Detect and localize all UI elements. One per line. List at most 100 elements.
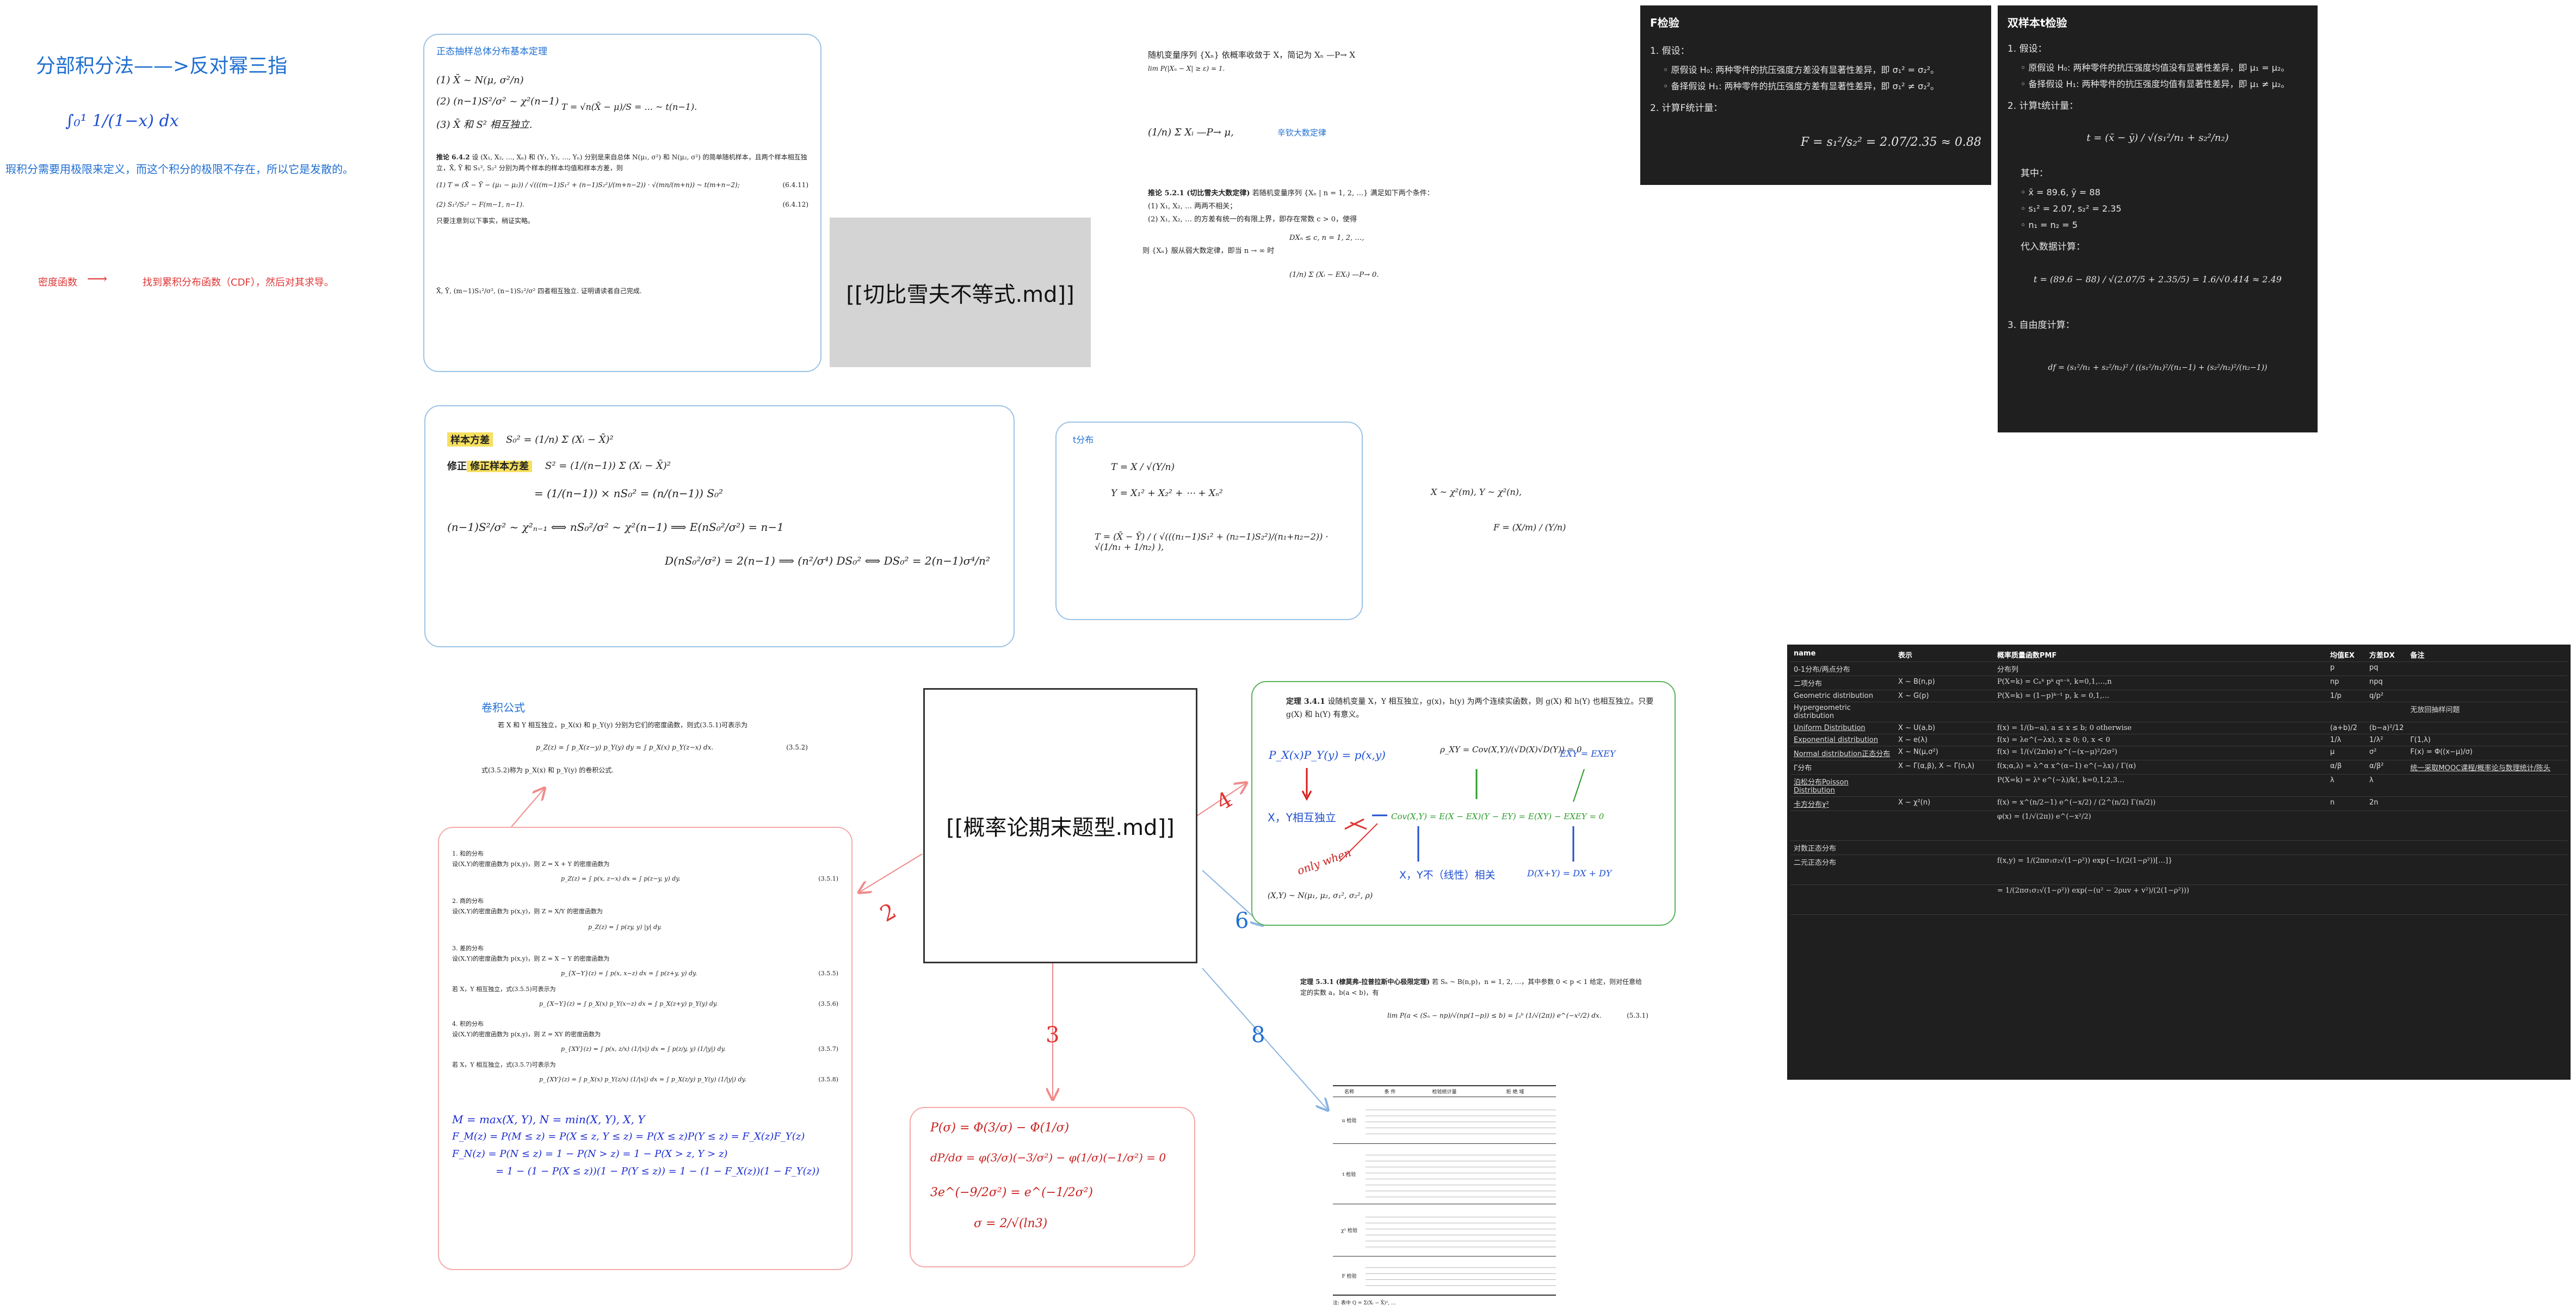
distribution-table-cell: Γ(1,λ) bbox=[2407, 734, 2567, 746]
distribution-table-cell: α/β² bbox=[2366, 760, 2407, 775]
t-test-title: 双样本t检验 bbox=[2007, 16, 2067, 29]
corollary-text: 设 (X₁, X₂, …, Xₙ) 和 (Y₁, Y₂, …, Yₙ) 分别是来… bbox=[436, 153, 807, 172]
test-group-f: F 检验 bbox=[1333, 1257, 1556, 1296]
max-cdf: F_M(z) = P(M ≤ z) = P(X ≤ z, Y ≤ z) = P(… bbox=[452, 1131, 805, 1142]
distribution-table-cell: Geometric distribution bbox=[1790, 690, 1895, 702]
distribution-table-cell: f(x) = 1/(√(2π)σ) e^(−(x−μ)²/2σ²) bbox=[1994, 746, 2327, 760]
distribution-table-cell: npq bbox=[2366, 676, 2407, 690]
distribution-table-row: Geometric distribution X ~ G(p) P(X=k) = (… bbox=[1790, 690, 2567, 702]
distribution-table-row: φ(x) = (1/√(2π)) e^(−x²/2) bbox=[1790, 810, 2567, 841]
chebyshev-lln-head: 推论 5.2.1 (切比雪夫大数定律) bbox=[1148, 189, 1250, 197]
distribution-table-header: name 表示 概率质量函数PMF 均值EX 方差DX 备注 bbox=[1790, 648, 2567, 662]
distribution-table-cell: f(x) = 1/(b−a), a ≤ x ≤ b; 0 otherwise bbox=[1994, 722, 2327, 734]
distribution-table-cell: X ~ e(λ) bbox=[1895, 734, 1994, 746]
sum-dist-text: 设(X,Y)的密度函数为 p(x,y)，则 Z = X + Y 的密度函数为 bbox=[452, 861, 610, 868]
quotient-dist-text: 设(X,Y)的密度函数为 p(x,y)，则 Z = X/Y 的密度函数为 bbox=[452, 908, 603, 915]
max-min-def: M = max(X, Y), N = min(X, Y), X, Y bbox=[452, 1113, 645, 1126]
distribution-table-row: Γ分布 X ~ Γ(α,β), X ~ Γ(n,λ) f(x;α,λ) = λ^α … bbox=[1790, 760, 2567, 775]
card-sampling-title: 正态抽样总体分布基本定理 bbox=[436, 46, 547, 57]
hand-line-3: 3e^(−9/2σ²) = e^(−1/2σ²) bbox=[930, 1186, 1094, 1199]
card-functions-of-rv[interactable]: 1. 和的分布 设(X,Y)的密度函数为 p(x,y)，则 Z = X + Y … bbox=[438, 827, 853, 1270]
distribution-table-cell: λ bbox=[2366, 774, 2407, 797]
theorem-arrows bbox=[1301, 768, 1585, 862]
product-dist-indep-number: (3.5.8) bbox=[818, 1076, 838, 1083]
distribution-table-cell: α/β bbox=[2327, 760, 2366, 775]
distribution-table-cell bbox=[2327, 884, 2366, 915]
final-exam-types-link[interactable]: [[概率论期末题型.md]] bbox=[923, 688, 1197, 963]
edge-line-conv bbox=[511, 789, 544, 827]
t-test-formula: t = (x̄ − ȳ) / √(s₁²/n₁ + s₂²/n₂) bbox=[2086, 132, 2229, 144]
distribution-table-row: 对数正态分布 bbox=[1790, 840, 2567, 855]
distribution-table-row: 泊松分布Poisson Distribution P(X=k) = λᵏ e^(−… bbox=[1790, 774, 2567, 797]
f-test-step-1: 1. 假设： bbox=[1650, 46, 1690, 57]
chebyshev-cond-1: (1) X₁, X₂, … 两两不相关； bbox=[1148, 202, 1237, 211]
card-t-test[interactable]: 双样本t检验 1. 假设： ◦ 原假设 H₀: 两种零件的抗压强度均值没有显著性… bbox=[1998, 5, 2318, 432]
distribution-table-cell: pq bbox=[2366, 661, 2407, 676]
f-test-h1: ◦ 备择假设 H₁: 两种零件的抗压强度方差有显著性差异，即 σ₁² ≠ σ₂²… bbox=[1663, 81, 1939, 91]
sample-variance-label: 样本方差 bbox=[447, 432, 493, 447]
distribution-table-cell bbox=[1790, 810, 1895, 841]
distribution-table-cell[interactable]: 统一采取MOOC课程/概率论与数理统计/陈头 bbox=[2407, 760, 2567, 775]
distribution-table-cell[interactable]: 卡方分布χ² bbox=[1790, 796, 1895, 811]
distribution-table-cell[interactable]: Uniform Distribution bbox=[1790, 722, 1895, 734]
distribution-table-cell: f(x,y) = 1/(2πσ₁σ₂√(1−ρ²)) exp{−1/(2(1−ρ… bbox=[1994, 855, 2327, 885]
chebyshev-inequality-link[interactable]: [[切比雪夫不等式.md]] bbox=[830, 218, 1091, 367]
distribution-table-cell: 0-1分布/两点分布 bbox=[1790, 661, 1895, 676]
f-distribution-line-1: X ~ χ²(m), Y ~ χ²(n), bbox=[1431, 487, 1522, 497]
handwritten-step-3: D(nS₀²/σ²) = 2(n−1) ⟹ (n²/σ⁴) DS₀² ⟺ DS₀… bbox=[665, 554, 990, 567]
product-dist-indep-formula: p_{XY}(z) = ∫ p_X(x) p_Y(z/x) (1/|x|) dx… bbox=[539, 1076, 746, 1083]
card-f-test[interactable]: F检验 1. 假设： ◦ 原假设 H₀: 两种零件的抗压强度方差没有显著性差异，… bbox=[1640, 5, 1991, 185]
t-test-substitute: 代入数据计算： bbox=[2021, 242, 2085, 252]
distribution-table-cell[interactable]: Normal distribution正态分布 bbox=[1790, 746, 1895, 760]
demoivre-head: 定理 5.3.1 (棣莫弗-拉普拉斯中心极限定理) bbox=[1300, 978, 1430, 986]
chebyshev-lln-text: 若随机变量序列 {Xₙ | n = 1, 2, …} 满足如下两个条件： bbox=[1252, 189, 1434, 197]
distribution-table-cell bbox=[2327, 810, 2366, 841]
distribution-table-cell: X ~ U(a,b) bbox=[1895, 722, 1994, 734]
edge-label-6: 6 bbox=[1235, 908, 1249, 933]
t-test-h1: ◦ 备择假设 H₁: 两种零件的抗压强度均值有显著性差异，即 μ₁ ≠ μ₂。 bbox=[2021, 79, 2290, 89]
col-notes: 备注 bbox=[2407, 648, 2567, 662]
distribution-table-cell bbox=[2407, 884, 2567, 915]
card-sample-variance[interactable]: 样本方差 S₀² = (1/n) Σ (Xᵢ − X̄)² 修正 修正样本方差 S… bbox=[424, 405, 1015, 647]
distribution-table-cell bbox=[1895, 774, 1994, 797]
corollary-eq1-number: (6.4.11) bbox=[782, 181, 808, 189]
diff-dist-text: 设(X,Y)的密度函数为 p(x,y)，则 Z = X − Y 的密度函数为 bbox=[452, 955, 610, 962]
test-col-condition: 条 件 bbox=[1384, 1090, 1396, 1095]
distribution-table-row: 二元正态分布 f(x,y) = 1/(2πσ₁σ₂√(1−ρ²)) exp{−1/… bbox=[1790, 855, 2567, 885]
distribution-table: name 表示 概率质量函数PMF 均值EX 方差DX 备注 0-1分布/两点分… bbox=[1790, 648, 2567, 915]
distribution-table-cell bbox=[2366, 702, 2407, 722]
convolution-formula-number: (3.5.2) bbox=[786, 744, 808, 751]
distribution-table-cell: 1/λ bbox=[2327, 734, 2366, 746]
card-handwritten-derivation[interactable]: P(σ) = Φ(3/σ) − Φ(1/σ) dP/dσ = φ(3/σ)(−3… bbox=[910, 1107, 1195, 1267]
demoivre-number: (5.3.1) bbox=[1627, 1012, 1648, 1019]
diff-dist-indep-formula: p_{X−Y}(z) = ∫ p_X(x) p_Y(x−z) dx = ∫ p_… bbox=[539, 1000, 718, 1007]
corollary-eq1: (1) T = (X̄ − Ȳ − (μ₁ − μ₂)) / √(((m−1)S… bbox=[436, 181, 740, 189]
distribution-table-cell: f(x) = x^(n/2−1) e^(−x/2) / (2^(n/2) Γ(n… bbox=[1994, 796, 2327, 811]
distribution-table-cell[interactable]: Exponential distribution bbox=[1790, 734, 1895, 746]
t-test-step-2: 2. 计算t统计量： bbox=[2007, 101, 2079, 112]
distribution-table-cell: Γ分布 bbox=[1790, 760, 1895, 775]
heading-integration-by-parts: 分部积分法——>反对幂三指 bbox=[36, 55, 288, 77]
card-distribution-table[interactable]: name 表示 概率质量函数PMF 均值EX 方差DX 备注 0-1分布/两点分… bbox=[1787, 645, 2571, 1080]
card-independence-theorem[interactable]: 定理 3.4.1 设随机变量 X，Y 相互独立，g(x)，h(y) 为两个连续实… bbox=[1251, 681, 1676, 926]
distribution-table-cell: f(x;α,λ) = λ^α x^(α−1) e^(−λx) / Γ(α) bbox=[1994, 760, 2327, 775]
t-test-bullet-2: ◦ s₁² = 2.07, s₂² = 2.35 bbox=[2021, 203, 2122, 214]
distribution-table-cell bbox=[2366, 810, 2407, 841]
col-notation: 表示 bbox=[1895, 648, 1994, 662]
distribution-table-cell: F(x) = Φ((x−μ)/σ) bbox=[2407, 746, 2567, 760]
distribution-table-cell bbox=[2407, 676, 2567, 690]
distribution-table-cell: φ(x) = (1/√(2π)) e^(−x²/2) bbox=[1994, 810, 2327, 841]
distribution-table-cell bbox=[2407, 840, 2567, 855]
f-test-formula: F = s₁²/s₂² = 2.07/2.35 ≈ 0.88 bbox=[1800, 135, 1981, 149]
hand-line-4: σ = 2/√(ln3) bbox=[974, 1217, 1048, 1230]
distribution-table-cell: μ bbox=[2327, 746, 2366, 760]
corrected-variance-label: 修正 修正样本方差 bbox=[447, 459, 532, 473]
card-t-distribution[interactable]: t分布 T = X / √(Y/n) Y = X₁² + X₂² + ⋯ + X… bbox=[1055, 422, 1363, 620]
distribution-table-row: 卡方分布χ² X ~ χ²(n) f(x) = x^(n/2−1) e^(−x/2)… bbox=[1790, 796, 2567, 811]
distribution-table-cell: 1/λ² bbox=[2366, 734, 2407, 746]
distribution-table-cell bbox=[2407, 810, 2567, 841]
card-sampling-theorem[interactable]: 正态抽样总体分布基本定理 (1) X̄ ~ N(μ, σ²/n) (2) (n−… bbox=[423, 34, 821, 372]
distribution-table-cell[interactable]: 泊松分布Poisson Distribution bbox=[1790, 774, 1895, 797]
de-moivre-laplace: 定理 5.3.1 (棣莫弗-拉普拉斯中心极限定理) 若 Sₙ ~ B(n,p)，… bbox=[1300, 976, 1648, 1021]
distribution-table-cell: 分布列 bbox=[1994, 661, 2327, 676]
